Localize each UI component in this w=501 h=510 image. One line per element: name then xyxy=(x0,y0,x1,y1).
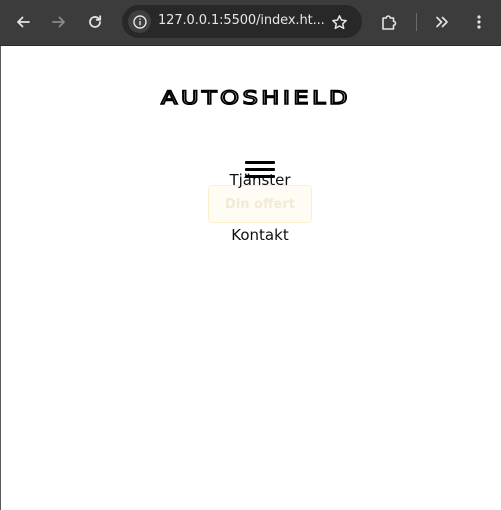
address-bar[interactable]: 127.0.0.1:5500/index.ht... xyxy=(122,5,362,38)
nav-link-contact[interactable]: Kontakt xyxy=(1,226,501,244)
browser-toolbar: 127.0.0.1:5500/index.ht... xyxy=(0,0,501,46)
site-logo[interactable]: AUTOSHIELD xyxy=(1,86,501,109)
kebab-menu-icon[interactable] xyxy=(468,11,490,33)
forward-arrow-icon[interactable] xyxy=(48,11,70,33)
chevron-double-right-icon[interactable] xyxy=(431,11,453,33)
reload-icon[interactable] xyxy=(84,11,106,33)
offer-button[interactable]: Din offert xyxy=(208,185,312,223)
extensions-icon[interactable] xyxy=(378,11,400,33)
toolbar-divider xyxy=(416,13,417,31)
site-info-icon[interactable] xyxy=(128,10,151,33)
page-viewport: AUTOSHIELD Din offert Tjänster Kontakt xyxy=(0,46,501,510)
back-arrow-icon[interactable] xyxy=(12,11,34,33)
hamburger-menu-icon[interactable] xyxy=(244,160,276,182)
bookmark-star-icon[interactable] xyxy=(328,11,350,33)
url-text[interactable]: 127.0.0.1:5500/index.ht... xyxy=(158,13,325,28)
